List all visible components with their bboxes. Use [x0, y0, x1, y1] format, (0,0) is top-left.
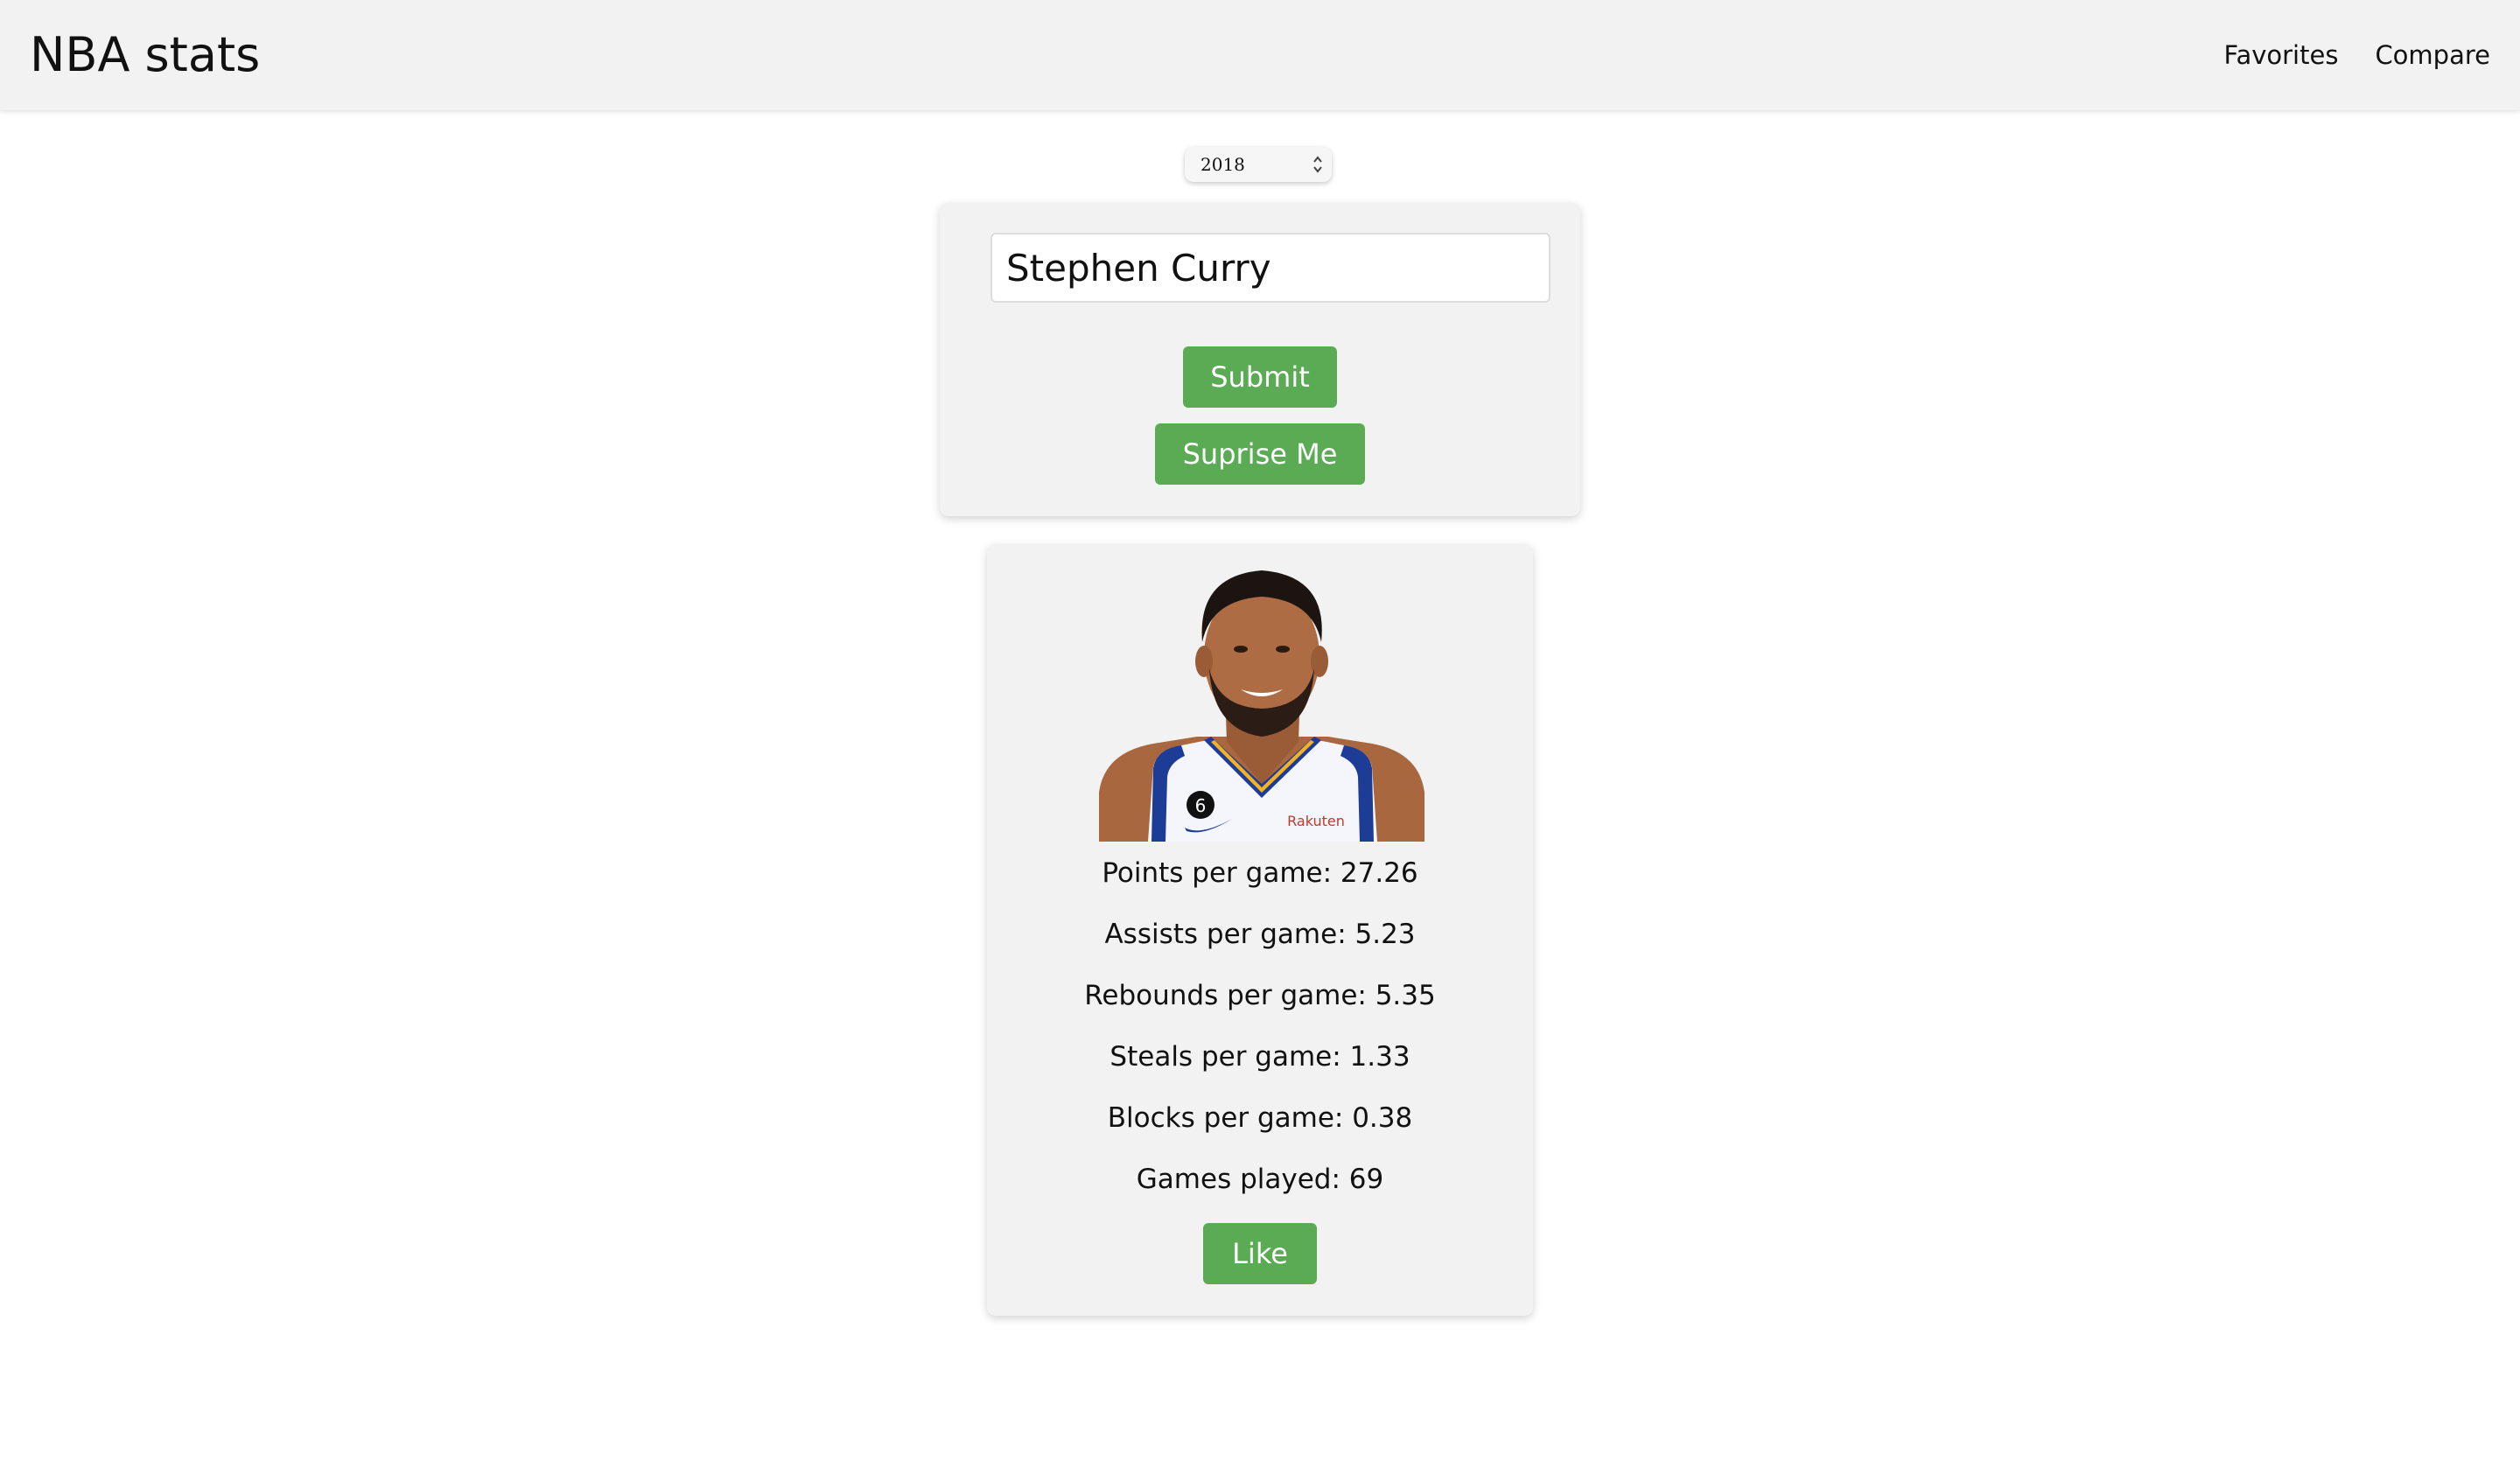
year-stepper[interactable]: 2018 — [1185, 147, 1332, 182]
rebounds-per-game: Rebounds per game: 5.35 — [1084, 980, 1436, 1011]
top-navbar: NBA stats Favorites Compare — [0, 0, 2520, 110]
search-card: Submit Suprise Me — [940, 203, 1580, 516]
games-played: Games played: 69 — [1136, 1164, 1384, 1195]
like-button[interactable]: Like — [1203, 1223, 1317, 1284]
player-search-input[interactable] — [990, 233, 1550, 303]
player-card: 6 Rakuten Points per game: 27.26 Assists… — [987, 544, 1533, 1316]
surprise-me-button[interactable]: Suprise Me — [1155, 423, 1365, 485]
year-value[interactable]: 2018 — [1200, 154, 1245, 175]
jersey-number: 6 — [1195, 795, 1207, 816]
nav-compare-link[interactable]: Compare — [2375, 38, 2490, 72]
submit-button[interactable]: Submit — [1183, 346, 1337, 408]
nav-favorites-link[interactable]: Favorites — [2223, 38, 2338, 72]
stepper-arrows-icon[interactable] — [1311, 150, 1325, 178]
player-headshot-icon: 6 Rakuten — [1099, 570, 1424, 842]
player-photo: 6 Rakuten — [1099, 558, 1424, 842]
blocks-per-game: Blocks per game: 0.38 — [1107, 1102, 1413, 1134]
assists-per-game: Assists per game: 5.23 — [1104, 919, 1416, 950]
points-per-game: Points per game: 27.26 — [1102, 857, 1418, 889]
jersey-sponsor: Rakuten — [1287, 813, 1345, 829]
steals-per-game: Steals per game: 1.33 — [1110, 1041, 1410, 1073]
nav-links: Favorites Compare — [2223, 38, 2490, 72]
app-title[interactable]: NBA stats — [30, 26, 260, 84]
